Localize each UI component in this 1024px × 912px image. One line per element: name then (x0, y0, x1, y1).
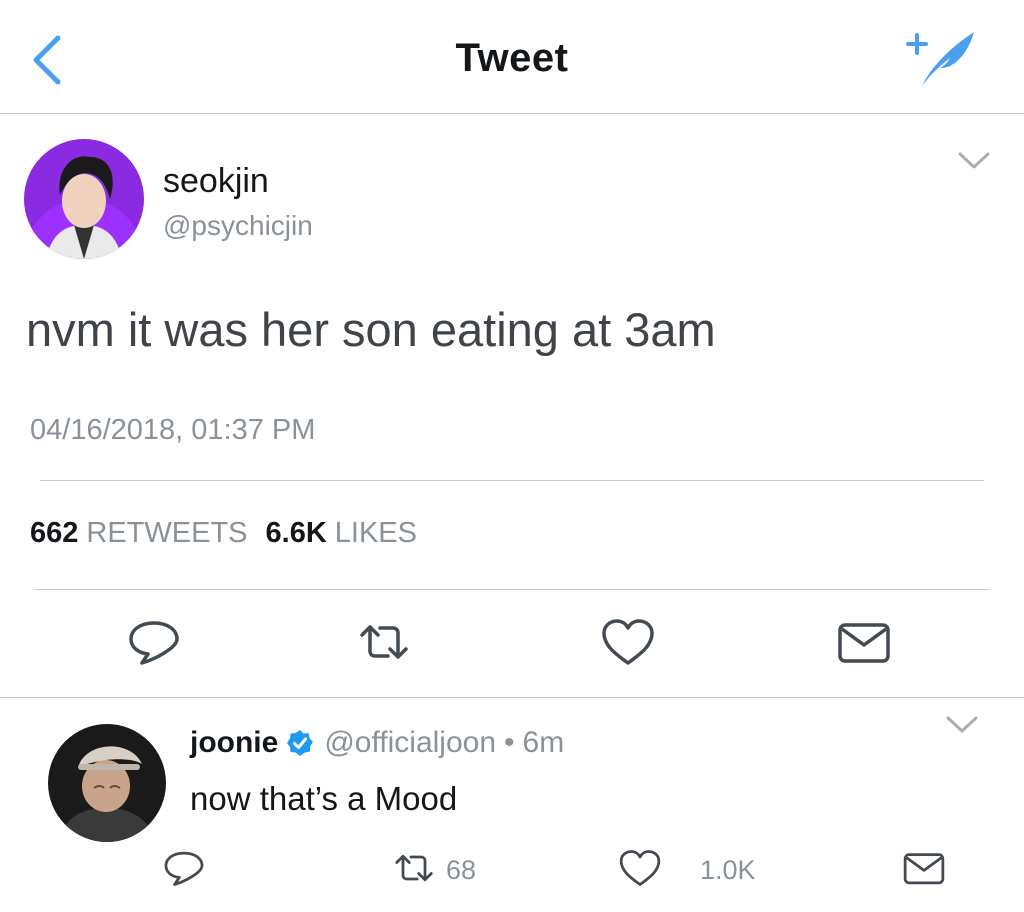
chevron-down-icon (958, 152, 990, 169)
reply-like-button[interactable] (618, 848, 662, 888)
reply-message-button[interactable] (902, 848, 946, 888)
reply-icon (129, 621, 179, 665)
likes-stat[interactable]: 6.6K LIKES (266, 517, 435, 549)
tweet-timestamp: 04/16/2018, 01:37 PM (30, 414, 316, 446)
author-handle[interactable]: @psychicjin (163, 210, 313, 242)
chevron-down-icon (946, 716, 978, 733)
envelope-icon (903, 853, 945, 885)
likes-count: 6.6K (265, 517, 327, 549)
top-bar: Tweet (0, 0, 1024, 114)
reply-divider (0, 697, 1024, 698)
reply-options-button[interactable] (944, 714, 980, 736)
author-name[interactable]: seokjin (163, 162, 269, 201)
retweets-count: 662 (30, 517, 79, 549)
compose-tweet-button[interactable] (900, 26, 980, 90)
avatar-image (24, 139, 144, 259)
retweet-icon (395, 854, 433, 882)
heart-icon (619, 850, 661, 886)
likes-label: LIKES (334, 517, 417, 549)
page-title: Tweet (455, 36, 569, 80)
reply-author-handle[interactable]: @officialjoon (324, 726, 496, 760)
reply-avatar[interactable] (48, 724, 166, 842)
reply-separator: • (504, 726, 515, 759)
tweet-text: nvm it was her son eating at 3am (26, 303, 716, 356)
envelope-icon (838, 623, 890, 663)
retweet-icon (360, 625, 408, 659)
reply-button[interactable] (126, 617, 182, 667)
reply-icon (164, 851, 204, 886)
reply-reply-button[interactable] (162, 848, 206, 888)
tweet-options-button[interactable] (956, 150, 992, 172)
reply-text: now that’s a Mood (190, 780, 458, 817)
retweets-label: RETWEETS (86, 517, 248, 549)
heart-icon (602, 619, 654, 665)
reply-author-name[interactable]: joonie (190, 726, 278, 760)
reply-header: joonie @officialjoon • 6m (190, 726, 564, 760)
reply-retweet-button[interactable] (392, 848, 436, 888)
compose-quill-icon (906, 32, 974, 86)
direct-message-button[interactable] (836, 617, 892, 667)
tweet-stats: 662 RETWEETS 6.6K LIKES (30, 517, 435, 550)
retweets-stat[interactable]: 662 RETWEETS (30, 517, 266, 549)
like-button[interactable] (600, 617, 656, 667)
reply-avatar-image (48, 724, 166, 842)
verified-badge-icon (287, 730, 314, 756)
header-divider (0, 113, 1024, 114)
reply-likes-count: 1.0K (700, 855, 756, 885)
stats-bottom-divider (34, 589, 990, 590)
retweet-button[interactable] (356, 617, 412, 667)
stats-top-divider (40, 480, 984, 481)
reply-time: 6m (522, 726, 565, 759)
avatar[interactable] (24, 139, 144, 259)
reply-retweets-count: 68 (446, 855, 477, 885)
